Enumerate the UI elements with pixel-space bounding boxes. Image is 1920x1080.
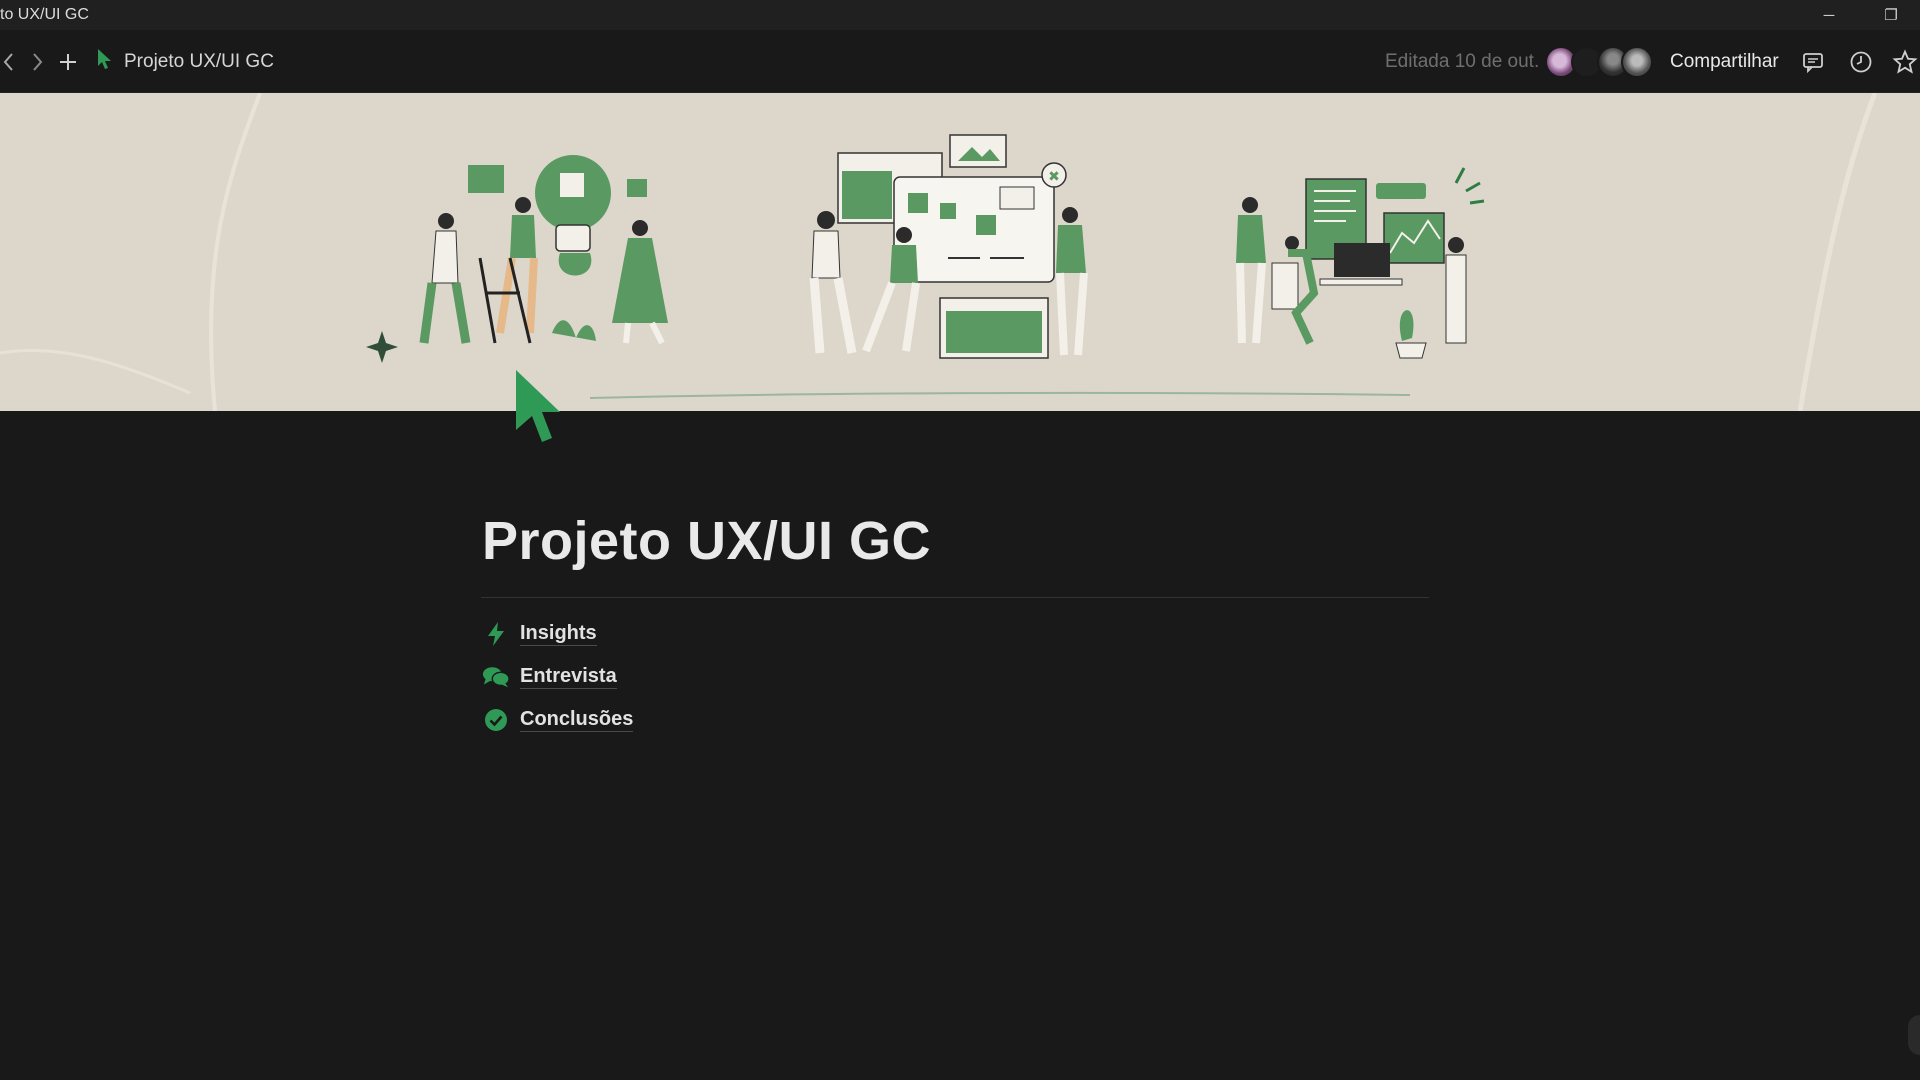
- collaborator-avatars[interactable]: [1545, 46, 1655, 78]
- page-link-conclusoes[interactable]: Conclusões: [482, 698, 634, 741]
- back-arrow-icon[interactable]: [0, 30, 18, 93]
- scene-board: ✖: [809, 134, 1088, 359]
- window-title: to UX/UI GC: [0, 6, 89, 23]
- page-link-label: Entrevista: [520, 665, 617, 689]
- cover-image[interactable]: ✖: [0, 93, 1920, 411]
- plus-icon[interactable]: [56, 30, 80, 93]
- chat-bubbles-icon: [482, 663, 510, 691]
- check-circle-icon: [482, 706, 510, 734]
- top-toolbar: Projeto UX/UI GC Editada 10 de out. Comp…: [0, 30, 1920, 93]
- window-titlebar: to UX/UI GC ─ ❐: [0, 0, 1920, 30]
- help-button[interactable]: [1908, 1015, 1920, 1055]
- page-link-label: Insights: [520, 622, 597, 646]
- clock-icon[interactable]: [1846, 30, 1876, 93]
- forward-arrow-icon[interactable]: [26, 30, 48, 93]
- page-title[interactable]: Projeto UX/UI GC: [482, 510, 931, 572]
- page-link-entrevista[interactable]: Entrevista: [482, 655, 633, 698]
- restore-button[interactable]: ❐: [1868, 0, 1914, 30]
- page-cursor-icon[interactable]: [512, 368, 568, 448]
- sparkle-icon: [366, 331, 398, 363]
- cover-illustration: ✖: [0, 93, 1878, 411]
- page-link-insights[interactable]: Insights: [482, 612, 633, 655]
- avatar[interactable]: [1621, 46, 1653, 78]
- edited-timestamp[interactable]: Editada 10 de out.: [1385, 30, 1539, 93]
- share-button[interactable]: Compartilhar: [1670, 30, 1779, 93]
- breadcrumb-label: Projeto UX/UI GC: [124, 50, 274, 72]
- linked-pages-list: Insights Entrevista Conclusões: [482, 612, 634, 741]
- divider: [481, 597, 1429, 598]
- scene-lightbulb: [419, 155, 668, 345]
- breadcrumb[interactable]: Projeto UX/UI GC: [96, 30, 274, 93]
- page-link-label: Conclusões: [520, 708, 634, 732]
- lightning-icon: [482, 620, 510, 648]
- minimize-button[interactable]: ─: [1806, 0, 1852, 30]
- star-icon[interactable]: [1890, 30, 1920, 93]
- cursor-icon: [96, 48, 114, 75]
- svg-text:✖: ✖: [1048, 169, 1060, 185]
- scene-desk: [1236, 167, 1485, 359]
- comment-icon[interactable]: [1798, 30, 1828, 93]
